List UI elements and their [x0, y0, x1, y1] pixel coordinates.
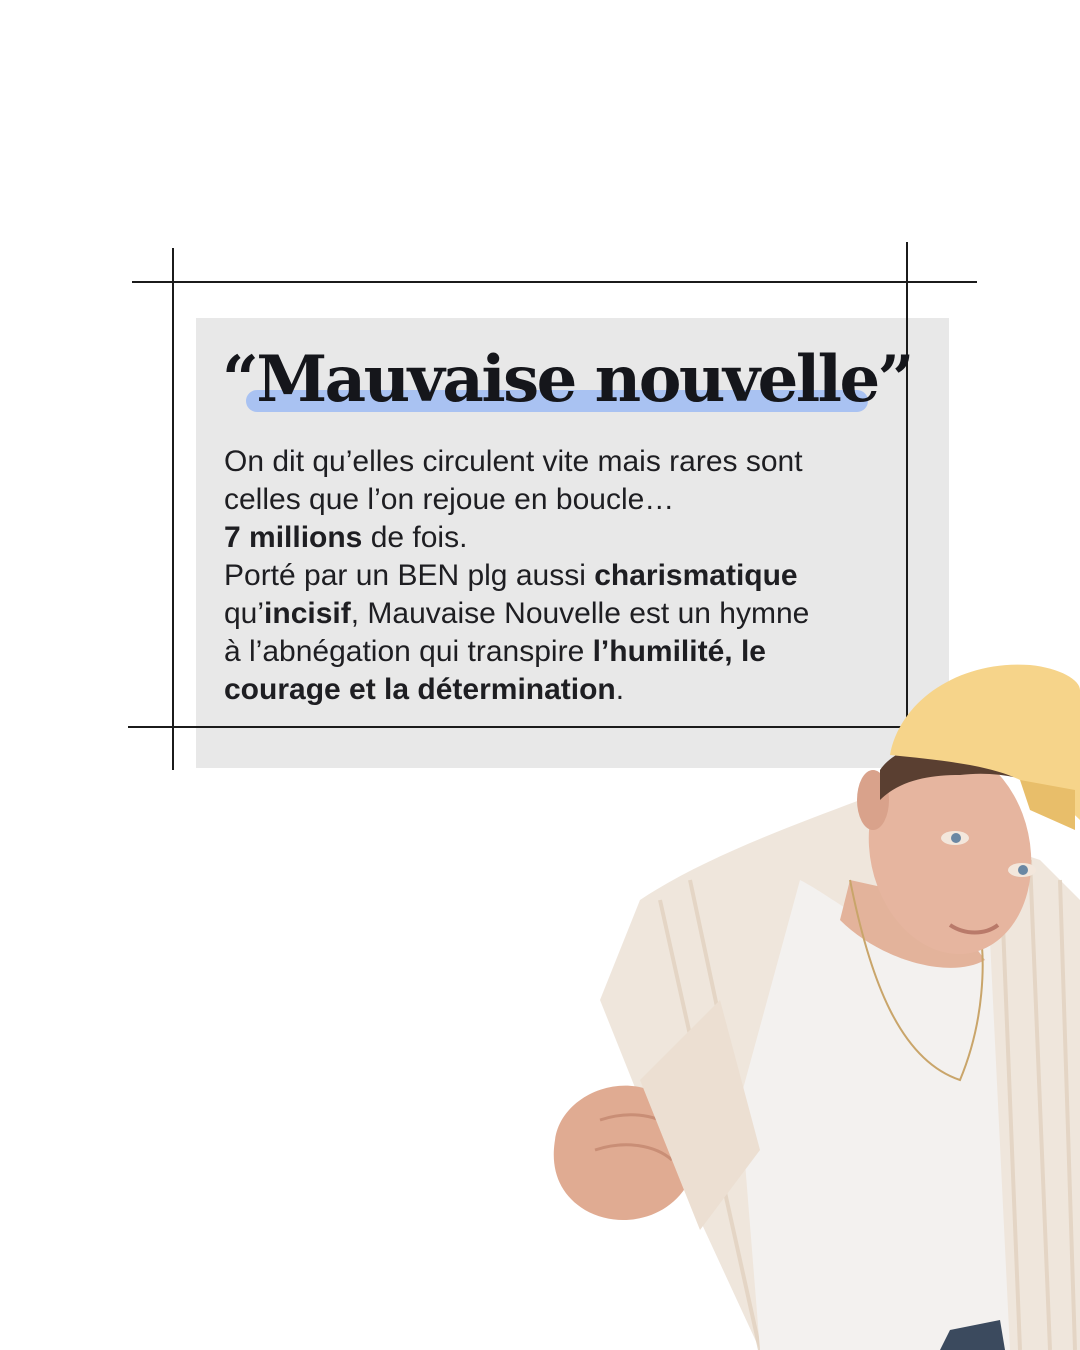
- description-line-3-rest: de fois.: [362, 521, 468, 554]
- artist-photo: [553, 664, 1080, 1350]
- emphasis-incisif: incisif: [264, 597, 351, 630]
- description-line-2: celles que l’on rejoue en boucle…: [224, 483, 675, 516]
- description-line-6-start: à l’abnégation qui transpire: [224, 635, 593, 668]
- description-line-1: On dit qu’elles circulent vite mais rare…: [224, 445, 803, 478]
- description-line-5-start: qu’: [224, 597, 265, 630]
- frame-line-top: [132, 281, 977, 283]
- title-block: “Mauvaise nouvelle”: [222, 340, 922, 420]
- stream-count: 7 millions: [224, 521, 363, 554]
- description-line-4-start: Porté par un BEN plg aussi: [224, 559, 595, 592]
- description-line-5-rest: , Mauvaise Nouvelle est un hymne: [350, 597, 810, 630]
- frame-line-left: [172, 248, 174, 770]
- song-title: “Mauvaise nouvelle”: [222, 342, 914, 417]
- emphasis-charismatique: charismatique: [594, 559, 798, 592]
